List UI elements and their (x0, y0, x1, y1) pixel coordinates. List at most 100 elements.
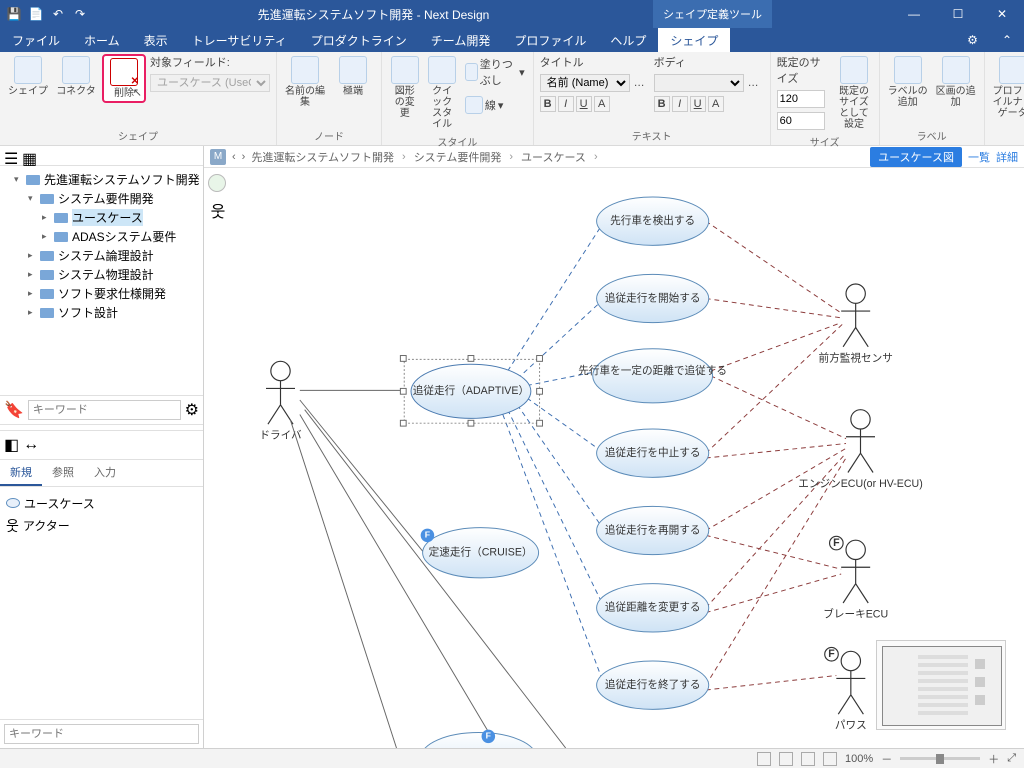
tool-usecase-icon[interactable] (208, 174, 226, 192)
tab-shape[interactable]: シェイプ (658, 28, 730, 52)
actor-driver[interactable]: ドライバ (259, 361, 302, 441)
tab-view[interactable]: 表示 (132, 28, 180, 52)
crumb-3[interactable]: ユースケース (521, 149, 586, 165)
palette-icon1[interactable]: ◧ (4, 435, 19, 455)
height-input[interactable] (777, 112, 825, 130)
detail-link[interactable]: 詳細 (996, 149, 1018, 165)
tree-toolbar-icon[interactable]: ☰ (4, 149, 18, 163)
profile-navigator-button[interactable]: プロファイルナビゲータ (991, 54, 1024, 121)
subtab-input[interactable]: 入力 (84, 460, 126, 486)
status-icon-3[interactable] (801, 752, 815, 766)
redo-icon[interactable]: ↷ (72, 6, 88, 22)
ribbon-options-icon[interactable]: ⚙ (955, 28, 990, 52)
save-icon[interactable]: 💾 (6, 6, 22, 22)
model-tree[interactable]: 先進運転システムソフト開発 システム要件開発 ユースケース ADASシステム要件… (0, 166, 203, 395)
usecase-end[interactable]: 追従走行を終了する (597, 661, 709, 709)
usecase-partial[interactable]: F (421, 730, 537, 748)
view-badge[interactable]: ユースケース図 (870, 147, 962, 167)
usecase-adaptive[interactable]: 追従走行（ADAPTIVE） (400, 356, 542, 427)
font-color-icon[interactable]: A (594, 96, 610, 112)
filter-icon[interactable]: 🔖 (4, 400, 24, 420)
quick-style-button[interactable]: クイックスタイル (425, 54, 458, 132)
add-area-button[interactable]: 区画の追加 (934, 54, 978, 110)
edit-name-button[interactable]: 名前の編集 (283, 54, 327, 110)
target-field-select[interactable]: ユースケース (UseCases) (150, 74, 270, 92)
minimap[interactable] (876, 640, 1006, 730)
zoom-out-icon[interactable]: － (881, 751, 892, 767)
tab-productline[interactable]: プロダクトライン (299, 28, 419, 52)
tab-traceability[interactable]: トレーサビリティ (180, 28, 299, 52)
set-default-size-button[interactable]: 既定のサイズとして設定 (835, 54, 872, 132)
collapse-ribbon-icon[interactable]: ⌃ (990, 28, 1024, 52)
minimize-icon[interactable]: — (892, 0, 936, 28)
keyword-input[interactable] (4, 724, 199, 744)
usecase-detect[interactable]: 先行車を検出する (597, 197, 709, 245)
usecase-stop[interactable]: 追従走行を中止する (597, 429, 709, 477)
width-input[interactable] (777, 90, 825, 108)
svg-text:先行車を一定の距離で追従する: 先行車を一定の距離で追従する (578, 364, 727, 377)
fit-icon[interactable]: ⤢ (1007, 752, 1016, 765)
nav-back-icon[interactable]: ‹ (232, 151, 236, 163)
delete-button[interactable]: 削除↖ (102, 54, 146, 103)
filter-settings-icon[interactable]: ⚙ (185, 400, 199, 420)
body-italic-icon[interactable]: I (672, 96, 688, 112)
bold-icon[interactable]: B (540, 96, 556, 112)
tab-help[interactable]: ヘルプ (598, 28, 658, 52)
close-icon[interactable]: ✕ (980, 0, 1024, 28)
tab-file[interactable]: ファイル (0, 28, 72, 52)
palette-actor[interactable]: 웃アクター (6, 514, 197, 538)
left-panel: ☰ ▦ 先進運転システムソフト開発 システム要件開発 ユースケース ADASシス… (0, 146, 204, 748)
line-button[interactable]: 線 ▾ (463, 94, 506, 116)
tab-team[interactable]: チーム開発 (419, 28, 503, 52)
usecase-start[interactable]: 追従走行を開始する (597, 274, 709, 322)
underline-icon[interactable]: U (576, 96, 592, 112)
tab-home[interactable]: ホーム (72, 28, 132, 52)
model-badge[interactable]: M (210, 149, 226, 165)
package-icon (40, 289, 54, 299)
shape-button[interactable]: シェイプ (6, 54, 50, 99)
tab-profile[interactable]: プロファイル (502, 28, 598, 52)
connector-button[interactable]: コネクタ (54, 54, 98, 99)
add-label-button[interactable]: ラベルの追加 (886, 54, 930, 110)
status-icon-2[interactable] (779, 752, 793, 766)
undo-icon[interactable]: ↶ (50, 6, 66, 22)
tool-actor-icon[interactable]: 웃 (208, 198, 228, 222)
status-icon-4[interactable] (823, 752, 837, 766)
tree-toolbar-icon2[interactable]: ▦ (22, 149, 36, 163)
change-shape-button[interactable]: 図形の変更 (388, 54, 421, 121)
expand-button[interactable]: 極端 (331, 54, 375, 99)
group-node-label: ノード (283, 126, 375, 143)
body-bold-icon[interactable]: B (654, 96, 670, 112)
italic-icon[interactable]: I (558, 96, 574, 112)
fill-button[interactable]: 塗りつぶし ▾ (463, 54, 527, 90)
filter-input[interactable] (28, 400, 181, 420)
list-link[interactable]: 一覧 (968, 149, 990, 165)
diagram-canvas[interactable]: ドライバ 前方監視センサ エンジンECU(or HV-ECU) ブレーキECU … (204, 168, 1024, 748)
actor-engine[interactable]: エンジンECU(or HV-ECU) (798, 410, 923, 490)
palette-usecase[interactable]: ユースケース (6, 493, 197, 514)
palette-icon2[interactable]: ↔ (23, 436, 39, 454)
actor-brake[interactable]: ブレーキECU F (823, 536, 888, 620)
usecase-cruise[interactable]: 定速走行（CRUISE） F (421, 528, 539, 578)
subtab-ref[interactable]: 参照 (42, 460, 84, 486)
crumb-2[interactable]: システム要件開発 (414, 149, 502, 165)
maximize-icon[interactable]: ☐ (936, 0, 980, 28)
actor-sensor[interactable]: 前方監視センサ (818, 284, 892, 364)
nav-fwd-icon[interactable]: › (242, 151, 246, 163)
subtab-new[interactable]: 新規 (0, 460, 42, 486)
body-underline-icon[interactable]: U (690, 96, 706, 112)
title-field-select[interactable]: 名前 (Name) (540, 74, 630, 92)
usecase-follow-distance[interactable]: 先行車を一定の距離で追従する (578, 349, 727, 403)
body-font-color-icon[interactable]: A (708, 96, 724, 112)
actor-power[interactable]: パワス F (825, 647, 867, 731)
body-more-icon[interactable]: … (748, 77, 759, 89)
title-more-icon[interactable]: … (634, 77, 645, 89)
zoom-in-icon[interactable]: ＋ (988, 751, 999, 767)
usecase-resume[interactable]: 追従走行を再開する (597, 506, 709, 554)
zoom-slider[interactable] (900, 757, 980, 760)
doc-icon[interactable]: 📄 (28, 6, 44, 22)
status-icon-1[interactable] (757, 752, 771, 766)
crumb-1[interactable]: 先進運転システムソフト開発 (251, 149, 394, 165)
usecase-change[interactable]: 追従距離を変更する (597, 584, 709, 632)
body-field-select[interactable] (654, 74, 744, 92)
